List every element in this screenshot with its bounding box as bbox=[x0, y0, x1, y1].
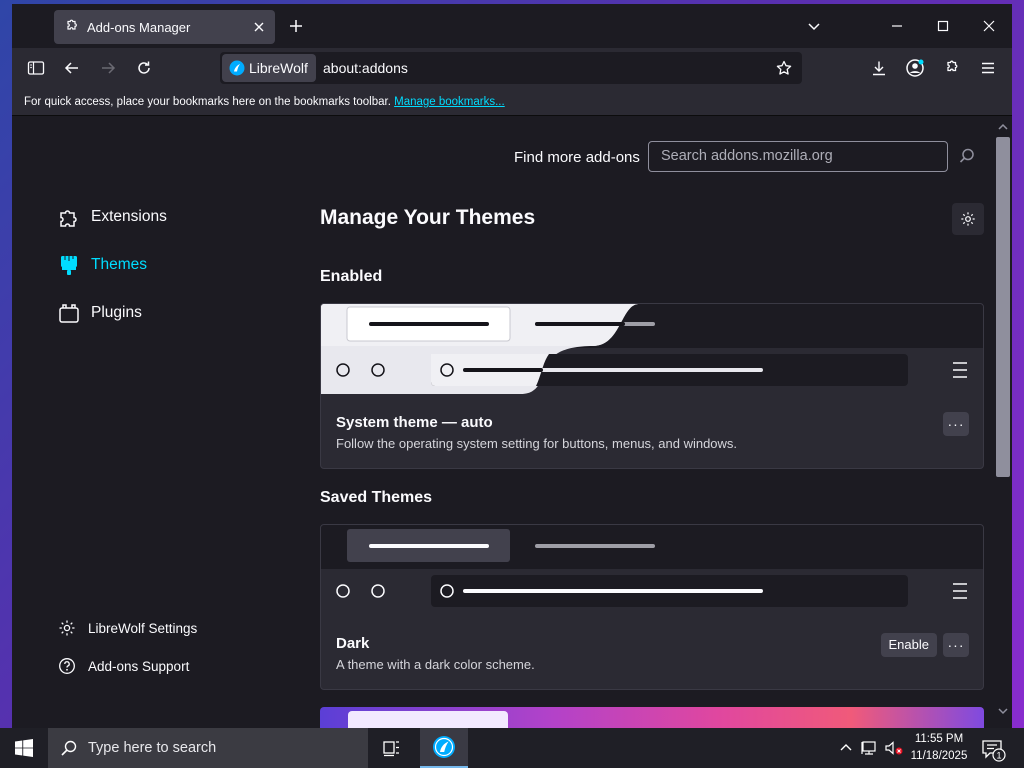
maximize-button[interactable] bbox=[929, 12, 957, 40]
puzzle-icon bbox=[63, 19, 79, 35]
new-tab-button[interactable] bbox=[284, 14, 308, 38]
sidebar-toggle-icon[interactable] bbox=[24, 56, 48, 80]
theme-preview-system bbox=[321, 304, 983, 394]
minimize-button[interactable] bbox=[883, 12, 911, 40]
support-label: Add-ons Support bbox=[88, 658, 190, 674]
sidebar-item-label: Plugins bbox=[91, 304, 142, 321]
close-window-button[interactable] bbox=[975, 12, 1003, 40]
manage-bookmarks-link[interactable]: Manage bookmarks... bbox=[394, 96, 505, 108]
tools-gear-button[interactable] bbox=[952, 203, 984, 235]
theme-card-next-preview[interactable] bbox=[320, 707, 984, 728]
search-icon bbox=[60, 739, 78, 757]
puzzle-icon bbox=[58, 206, 80, 228]
bookmarks-toolbar: For quick access, place your bookmarks h… bbox=[12, 88, 1012, 116]
theme-name: Dark bbox=[336, 635, 370, 652]
settings-label: LibreWolf Settings bbox=[88, 620, 198, 636]
hamburger-menu-icon[interactable] bbox=[976, 56, 1000, 80]
help-icon bbox=[58, 657, 76, 675]
theme-description: A theme with a dark color scheme. bbox=[336, 657, 535, 672]
more-options-button[interactable]: ··· bbox=[943, 412, 969, 436]
system-clock[interactable]: 11:55 PM 11/18/2025 bbox=[904, 731, 974, 765]
scroll-down-icon[interactable] bbox=[997, 705, 1009, 717]
identity-box[interactable]: LibreWolf bbox=[222, 54, 316, 82]
page-title: Manage Your Themes bbox=[320, 206, 536, 229]
browser-window: Add-ons Manager LibreWolf about:addons F… bbox=[12, 4, 1012, 728]
sidebar-item-themes[interactable]: Themes bbox=[58, 249, 147, 281]
chevron-down-icon[interactable] bbox=[802, 14, 826, 38]
clock-time: 11:55 PM bbox=[914, 733, 964, 745]
forward-arrow-icon[interactable] bbox=[96, 56, 120, 80]
bookmarks-message: For quick access, place your bookmarks h… bbox=[24, 96, 391, 108]
plugin-icon bbox=[58, 302, 80, 324]
identity-label: LibreWolf bbox=[249, 60, 308, 76]
librewolf-logo-icon bbox=[433, 736, 455, 758]
theme-description: Follow the operating system setting for … bbox=[336, 436, 738, 451]
sidebar-item-label: Extensions bbox=[91, 208, 167, 225]
notification-icon: 1 bbox=[982, 740, 1006, 762]
task-view-icon bbox=[383, 741, 399, 757]
theme-preview-dark bbox=[321, 525, 983, 615]
close-tab-icon[interactable] bbox=[247, 15, 271, 39]
preview-tab-shape bbox=[348, 711, 508, 728]
tab-title: Add-ons Manager bbox=[87, 19, 191, 35]
extensions-icon[interactable] bbox=[940, 56, 964, 80]
theme-card-system[interactable]: System theme — auto Follow the operating… bbox=[320, 303, 984, 469]
clock-date: 11/18/2025 bbox=[910, 750, 968, 762]
tab-addons-manager[interactable]: Add-ons Manager bbox=[54, 10, 275, 44]
downloads-icon[interactable] bbox=[867, 56, 891, 80]
back-arrow-icon[interactable] bbox=[60, 56, 84, 80]
find-more-label: Find more add-ons bbox=[514, 149, 640, 166]
theme-name: System theme — auto bbox=[336, 414, 493, 431]
taskbar: Type here to search 11:55 PM 11/18/2025 … bbox=[0, 728, 1024, 768]
network-icon[interactable] bbox=[860, 738, 880, 758]
scrollbar-thumb[interactable] bbox=[996, 137, 1010, 477]
reload-icon[interactable] bbox=[132, 56, 156, 80]
gear-icon bbox=[58, 619, 76, 637]
volume-muted-icon[interactable] bbox=[884, 738, 904, 758]
windows-logo-icon bbox=[15, 739, 33, 757]
url-bar[interactable]: LibreWolf about:addons bbox=[220, 52, 802, 84]
librewolf-taskbar-button[interactable] bbox=[420, 728, 468, 768]
addons-page: Find more add-ons Search addons.mozilla.… bbox=[12, 117, 1012, 728]
librewolf-logo-icon bbox=[229, 60, 245, 76]
sidebar-item-extensions[interactable]: Extensions bbox=[58, 201, 167, 233]
chevron-up-icon[interactable] bbox=[836, 738, 856, 758]
titlebar: Add-ons Manager bbox=[12, 4, 1012, 48]
account-icon[interactable] bbox=[903, 56, 927, 80]
sidebar-item-plugins[interactable]: Plugins bbox=[58, 297, 142, 329]
brush-icon bbox=[58, 254, 80, 276]
search-icon[interactable] bbox=[958, 147, 978, 167]
saved-themes-section-title: Saved Themes bbox=[320, 489, 433, 506]
notification-count: 1 bbox=[996, 751, 1001, 761]
librewolf-settings-link[interactable]: LibreWolf Settings bbox=[58, 616, 197, 640]
enable-button[interactable]: Enable bbox=[880, 633, 937, 657]
navigation-toolbar: LibreWolf about:addons bbox=[12, 48, 1012, 88]
url-text[interactable]: about:addons bbox=[323, 60, 408, 76]
theme-card-dark[interactable]: Dark A theme with a dark color scheme. E… bbox=[320, 524, 984, 690]
addons-search-input[interactable]: Search addons.mozilla.org bbox=[648, 141, 948, 172]
more-options-button[interactable]: ··· bbox=[943, 633, 969, 657]
addons-support-link[interactable]: Add-ons Support bbox=[58, 654, 189, 678]
page-scrollbar[interactable] bbox=[994, 117, 1012, 728]
notification-center-button[interactable]: 1 bbox=[980, 736, 1006, 762]
enabled-section-title: Enabled bbox=[320, 268, 383, 285]
sidebar-item-label: Themes bbox=[91, 256, 147, 273]
scroll-up-icon[interactable] bbox=[997, 121, 1009, 133]
taskbar-search-input[interactable]: Type here to search bbox=[48, 728, 368, 768]
bookmark-star-icon[interactable] bbox=[772, 56, 796, 80]
taskbar-search-placeholder: Type here to search bbox=[88, 740, 217, 756]
start-button[interactable] bbox=[0, 728, 48, 768]
task-view-button[interactable] bbox=[372, 728, 412, 768]
